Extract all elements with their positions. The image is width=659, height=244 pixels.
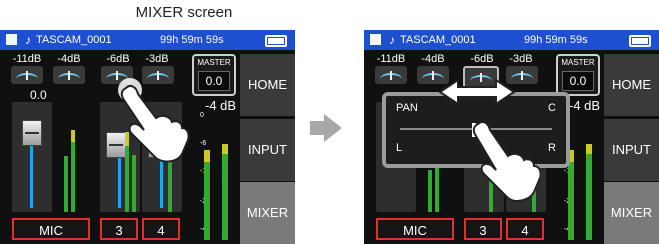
master-label: MASTER: [197, 58, 231, 67]
status-bar: ♪ TASCAM_0001 99h 59m 59s: [0, 30, 295, 50]
input-button[interactable]: INPUT: [604, 119, 659, 181]
pan-left-label: L: [396, 142, 403, 154]
battery-icon: [265, 35, 287, 47]
level-meter: [64, 156, 68, 212]
status-bar: ♪ TASCAM_0001 99h 59m 59s: [364, 30, 659, 50]
input-button[interactable]: INPUT: [240, 119, 295, 181]
home-button[interactable]: HOME: [240, 54, 295, 116]
fader-value: 0.0: [30, 88, 47, 102]
channel-label-4[interactable]: 4: [506, 218, 544, 240]
master-value: 0.0: [562, 71, 594, 91]
hand-tap-icon: [118, 78, 190, 163]
project-title: TASCAM_0001: [400, 34, 476, 46]
fader-knob[interactable]: [22, 120, 42, 146]
pan-db-label: -3dB: [145, 53, 169, 65]
mixer-screen-right: ♪ TASCAM_0001 99h 59m 59s -11dB -4dB -6d…: [364, 30, 659, 244]
channel-label-3[interactable]: 3: [100, 218, 138, 240]
level-meter: [71, 130, 75, 212]
master-label: MASTER: [561, 58, 595, 67]
project-title: TASCAM_0001: [36, 34, 112, 46]
caption: MIXER screen: [135, 4, 233, 21]
pan-db-label: -11dB: [376, 53, 406, 65]
master-level-value: -4 dB: [569, 98, 601, 113]
music-note-icon: ♪: [25, 33, 31, 47]
pan-knob[interactable]: [53, 66, 85, 84]
pan-db-label: -11dB: [12, 53, 42, 65]
master-level-value: -4 dB: [205, 98, 237, 113]
master-value: 0.0: [198, 71, 230, 91]
level-meter: [435, 162, 439, 212]
mixer-screen-left: ♪ TASCAM_0001 99h 59m 59s -11dB -4dB -6d…: [0, 30, 295, 244]
channel-label-mic[interactable]: MIC: [376, 218, 454, 240]
remaining-time: 99h 59m 59s: [524, 34, 588, 46]
music-note-icon: ♪: [389, 33, 395, 47]
pan-db-label: -3dB: [509, 53, 533, 65]
pan-title: PAN: [396, 102, 418, 114]
channel-label-mic[interactable]: MIC: [12, 218, 90, 240]
channel-label-3[interactable]: 3: [464, 218, 502, 240]
master-meter: [204, 150, 210, 240]
remaining-time: 99h 59m 59s: [160, 34, 224, 46]
pan-db-label: -6dB: [470, 53, 494, 65]
channel-label-4[interactable]: 4: [142, 218, 180, 240]
pan-knob[interactable]: [11, 66, 43, 84]
pan-db-label: -4dB: [421, 53, 445, 65]
battery-icon: [629, 35, 651, 47]
pan-center-label: C: [548, 102, 556, 114]
level-meter: [428, 170, 432, 212]
record-icon: [6, 34, 17, 45]
home-button[interactable]: HOME: [604, 54, 659, 116]
pan-right-label: R: [548, 142, 556, 154]
channel-strip: [12, 102, 52, 212]
master-level-box[interactable]: MASTER 0.0: [556, 54, 600, 96]
hand-swipe-icon: [472, 121, 540, 202]
pan-knob[interactable]: [375, 66, 407, 84]
pan-db-label: -6dB: [106, 53, 130, 65]
master-meter: [222, 144, 228, 240]
master-level-box[interactable]: MASTER 0.0: [192, 54, 236, 96]
record-icon: [370, 34, 381, 45]
mixer-button[interactable]: MIXER: [240, 182, 295, 244]
master-meter: [586, 144, 592, 240]
left-right-arrow-icon: [438, 78, 516, 106]
mixer-button[interactable]: MIXER: [604, 182, 659, 244]
pan-db-label: -4dB: [57, 53, 81, 65]
